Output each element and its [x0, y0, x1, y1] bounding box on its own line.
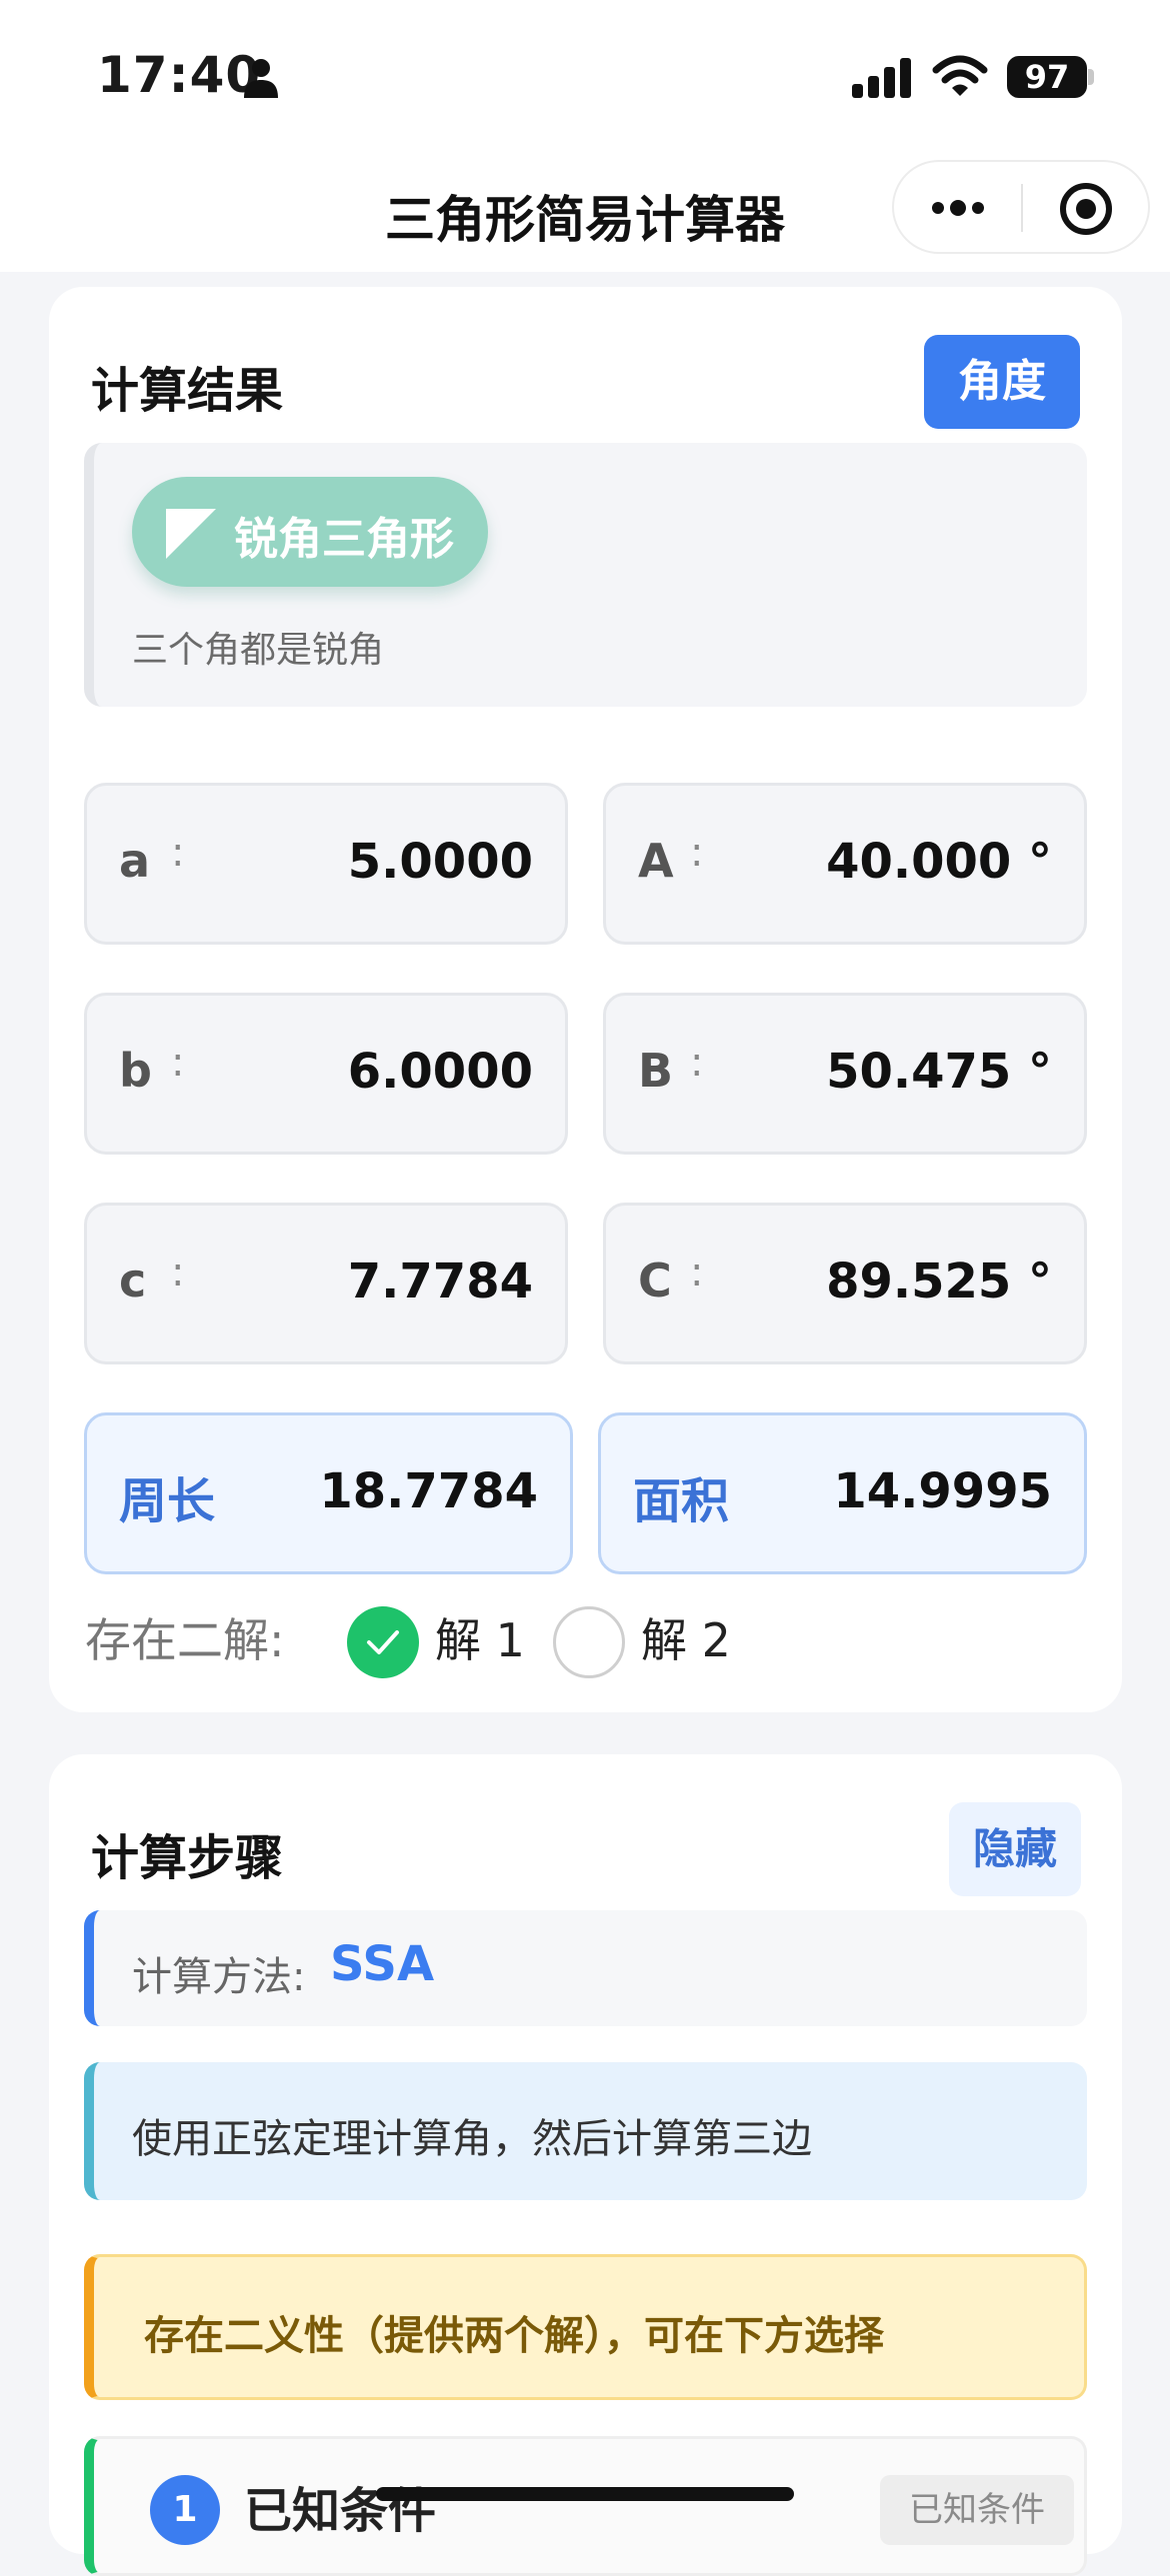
angle-value: 50.475 ° — [826, 1044, 1052, 1100]
result-card: 计算结果 角度 锐角三角形 三个角都是锐角 a : 5.0000 b : 6.0… — [49, 287, 1122, 1712]
side-value: 6.0000 — [347, 1044, 533, 1100]
battery-icon: 97 — [1007, 56, 1087, 98]
ambiguity-warning-text: 存在二义性（提供两个解），可在下方选择 — [144, 2313, 884, 2359]
ambiguity-warning: 存在二义性（提供两个解），可在下方选择 — [84, 2254, 1087, 2400]
perimeter-value: 18.7784 — [319, 1463, 538, 1519]
triangle-type-badge: 锐角三角形 — [132, 477, 488, 587]
info-note-text: 使用正弦定理计算角，然后计算第三边 — [132, 2116, 812, 2162]
angle-colon: : — [690, 1040, 704, 1086]
close-target-icon[interactable] — [1058, 181, 1114, 237]
solution-2-radio[interactable] — [553, 1606, 625, 1678]
side-b-box: b : 6.0000 — [84, 993, 568, 1155]
solution-1-label[interactable]: 解 1 — [435, 1604, 525, 1670]
angle-colon: : — [690, 1250, 704, 1295]
nav-bar: 三角形简易计算器 — [0, 150, 1170, 272]
triangle-icon — [166, 509, 216, 559]
side-value: 5.0000 — [347, 834, 533, 890]
triangle-type-label: 锐角三角形 — [234, 514, 454, 565]
info-note: 使用正弦定理计算角，然后计算第三边 — [84, 2062, 1087, 2200]
more-icon[interactable] — [928, 188, 988, 228]
signal-icon — [852, 58, 911, 98]
step-item: 1 已知条件 已知条件 — [84, 2436, 1087, 2576]
angle-colon: : — [690, 830, 704, 876]
angle-name: B — [638, 1044, 674, 1098]
check-icon — [367, 1630, 399, 1654]
side-name: c — [119, 1254, 147, 1307]
area-label: 面积 — [633, 1473, 730, 1529]
side-c-box: c : 7.7784 — [84, 1203, 568, 1364]
side-a-box: a : 5.0000 — [84, 783, 568, 945]
battery-cap — [1088, 69, 1094, 85]
method-label: 计算方法: — [132, 1954, 306, 2000]
side-name: b — [119, 1044, 152, 1098]
wifi-icon — [932, 55, 988, 96]
angle-name: C — [638, 1254, 672, 1307]
side-colon: : — [171, 830, 185, 876]
method-value: SSA — [330, 1936, 435, 1992]
steps-card: 计算步骤 隐藏 计算方法: SSA 使用正弦定理计算角，然后计算第三边 存在二义… — [49, 1754, 1122, 2576]
angle-b-box: B : 50.475 ° — [603, 993, 1087, 1155]
triangle-type-desc: 三个角都是锐角 — [132, 630, 385, 671]
method-row: 计算方法: SSA — [84, 1910, 1087, 2026]
step-tag: 已知条件 — [880, 2475, 1074, 2545]
angle-a-box: A : 40.000 ° — [603, 783, 1087, 945]
home-indicator — [376, 2487, 794, 2501]
capsule-divider — [1021, 184, 1023, 232]
result-title: 计算结果 — [91, 363, 284, 419]
triangle-type-box: 锐角三角形 三个角都是锐角 — [84, 443, 1087, 707]
side-name: a — [119, 834, 151, 888]
two-solutions-label: 存在二解: — [85, 1613, 285, 1667]
step-number: 1 — [150, 2475, 220, 2545]
angle-name: A — [638, 834, 674, 888]
side-colon: : — [171, 1250, 185, 1295]
mini-program-capsule — [892, 160, 1150, 254]
solution-2-label[interactable]: 解 2 — [641, 1604, 731, 1670]
angle-value: 40.000 ° — [826, 834, 1052, 890]
angle-c-box: C : 89.525 ° — [603, 1203, 1087, 1364]
area-value: 14.9995 — [833, 1463, 1052, 1519]
hide-steps-button[interactable]: 隐藏 — [949, 1802, 1081, 1896]
solution-1-radio[interactable] — [347, 1606, 419, 1678]
person-icon — [244, 59, 278, 98]
perimeter-label: 周长 — [119, 1473, 216, 1529]
area-box: 面积 14.9995 — [598, 1412, 1087, 1574]
angle-value: 89.525 ° — [826, 1254, 1052, 1309]
status-time: 17:40 — [97, 46, 262, 104]
angle-unit-button[interactable]: 角度 — [924, 335, 1080, 429]
status-bar: 17:40 97 — [0, 0, 1170, 150]
side-colon: : — [171, 1040, 185, 1086]
perimeter-box: 周长 18.7784 — [84, 1412, 573, 1574]
side-value: 7.7784 — [347, 1254, 533, 1309]
steps-title: 计算步骤 — [91, 1830, 284, 1886]
